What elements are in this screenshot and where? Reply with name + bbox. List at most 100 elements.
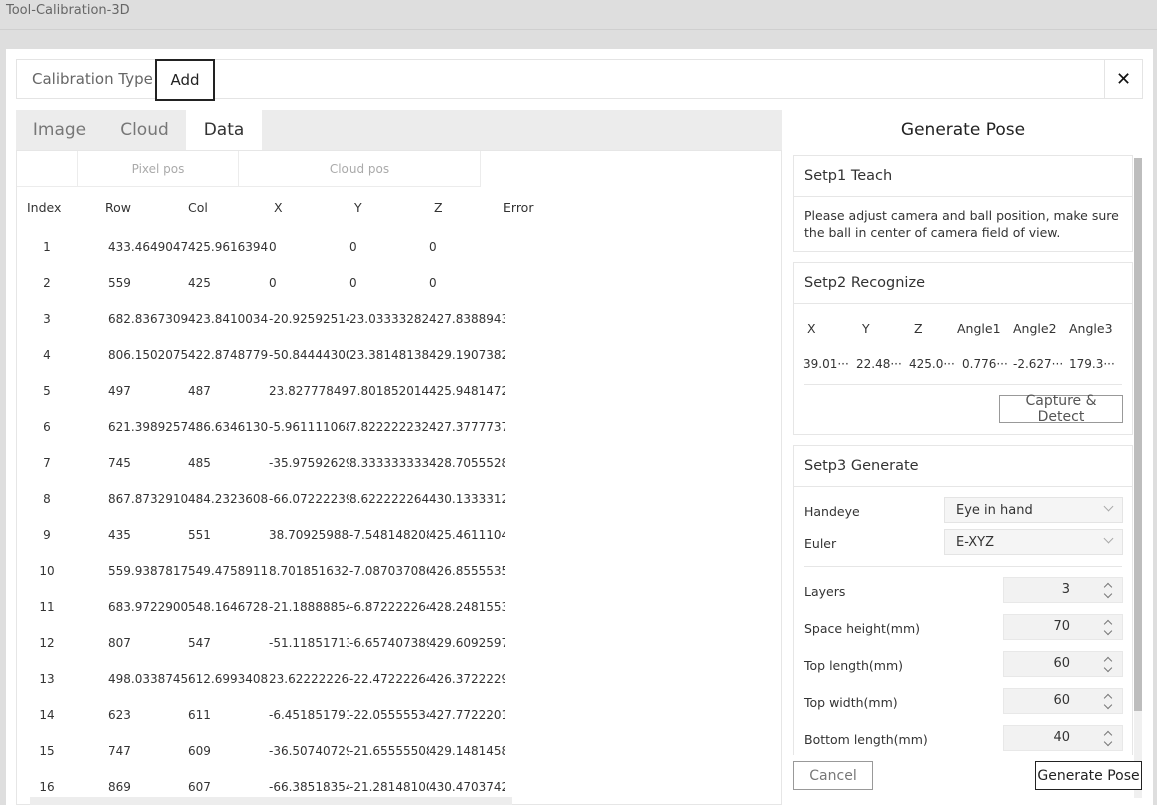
cell-index: 5: [43, 384, 51, 398]
cell-x: 0: [269, 240, 277, 254]
close-icon[interactable]: ✕: [1104, 59, 1142, 99]
window-titlebar: Tool-Calibration-3D: [0, 0, 1157, 30]
cell-col: 487: [188, 384, 211, 398]
table-row[interactable]: 3 682.83673095 423.84100341 -20.92592514 23.…: [17, 301, 781, 337]
view-tabs: Image Cloud Data: [16, 110, 782, 150]
top-width-label: Top width(mm): [804, 695, 898, 710]
table-row[interactable]: 2 559 425 0 0 0: [17, 265, 781, 301]
cell-col: 425: [188, 276, 211, 290]
cell-index: 11: [39, 600, 55, 614]
tab-image[interactable]: Image: [16, 110, 103, 150]
chevron-down-icon[interactable]: [1103, 700, 1113, 710]
tab-data[interactable]: Data: [186, 110, 262, 150]
calibration-type-bar: Calibration Type Add ✕: [16, 59, 1143, 101]
group-cloud-pos: Cloud pos: [239, 151, 481, 187]
table-row[interactable]: 12 807 547 -51.11851713 -6.657407389 429.6092…: [17, 625, 781, 661]
cell-z: 428.70555284: [429, 456, 505, 470]
cancel-button[interactable]: Cancel: [793, 761, 873, 790]
chevron-down-icon[interactable]: [1103, 589, 1113, 599]
cell-x: 0: [269, 276, 277, 290]
handeye-select[interactable]: Eye in hand: [944, 497, 1123, 523]
cell-index: 6: [43, 420, 51, 434]
cell-col: 425.9616394(: [188, 240, 269, 254]
table-row[interactable]: 14 623 611 -6.451851791 -22.05555534 427.7722…: [17, 697, 781, 733]
space-height-stepper[interactable]: 70: [1003, 614, 1123, 640]
pose-value-angle3: 179.3···: [1069, 357, 1115, 371]
cell-error: [503, 301, 583, 337]
generate-pose-button[interactable]: Generate Pose: [1035, 761, 1142, 790]
layers-stepper[interactable]: 3: [1003, 577, 1123, 603]
bottom-length-stepper[interactable]: 40: [1003, 725, 1123, 751]
cell-row: 433.46490478: [108, 240, 188, 254]
cell-y: 0: [349, 276, 357, 290]
table-row[interactable]: 7 745 485 -35.97592629 8.333333333 428.705552…: [17, 445, 781, 481]
step1-instructions: Please adjust camera and ball position, …: [804, 208, 1119, 240]
cell-index: 14: [39, 708, 55, 722]
cell-y: 23.381481382: [349, 348, 429, 362]
cell-error: [503, 445, 583, 481]
tab-cloud[interactable]: Cloud: [103, 110, 186, 150]
table-row[interactable]: 11 683.97229003 548.16467285 -21.18888854 -6…: [17, 589, 781, 625]
cell-col: 486.63461303: [188, 420, 269, 434]
cell-x: -21.18888854: [269, 600, 349, 614]
column-header-z: Z: [434, 199, 443, 215]
column-header-col: Col: [188, 199, 208, 215]
cell-error: [503, 625, 583, 661]
cell-col: 485: [188, 456, 211, 470]
table-row[interactable]: 8 867.87329101 484.23236083 -66.07222239 8.6…: [17, 481, 781, 517]
chevron-down-icon[interactable]: [1103, 626, 1113, 636]
add-button[interactable]: Add: [155, 59, 215, 101]
table-row[interactable]: 15 747 609 -36.50740729 -21.65555508 429.1481…: [17, 733, 781, 769]
cell-y: -21.65555508: [349, 744, 429, 758]
column-header-row: Row: [105, 199, 131, 215]
step2-title: Setp2 Recognize: [794, 263, 1132, 304]
horizontal-scrollbar[interactable]: [30, 797, 512, 805]
cell-row: 621.39892578: [108, 420, 188, 434]
top-width-stepper[interactable]: 60: [1003, 688, 1123, 714]
cell-z: 429.14814588: [429, 744, 505, 758]
cell-y: -22.47222264: [349, 672, 429, 686]
euler-select[interactable]: E-XYZ: [944, 529, 1123, 555]
cell-error: [503, 373, 583, 409]
column-header-x: X: [274, 199, 283, 215]
table-row[interactable]: 6 621.39892578 486.63461303 -5.961111068 7.8…: [17, 409, 781, 445]
cell-x: 8.7018516328: [269, 564, 349, 578]
cell-index: 3: [43, 312, 51, 326]
cell-error: [503, 553, 583, 589]
table-row[interactable]: 10 559.93878173 549.47589111 8.7018516328 -7…: [17, 553, 781, 589]
cell-row: 683.97229003: [108, 600, 188, 614]
cell-z: 427.83889431: [429, 312, 505, 326]
cell-index: 12: [39, 636, 55, 650]
chevron-down-icon[interactable]: [1103, 737, 1113, 747]
cell-x: -5.961111068: [269, 420, 349, 434]
top-width-value: 60: [1053, 693, 1070, 708]
top-length-stepper[interactable]: 60: [1003, 651, 1123, 677]
handeye-label: Handeye: [804, 504, 860, 519]
table-row[interactable]: 1 433.46490478 425.9616394(0 0 0: [17, 229, 781, 265]
chevron-down-icon[interactable]: [1103, 663, 1113, 673]
cell-index: 2: [43, 276, 51, 290]
table-row[interactable]: 4 806.15020751 422.87487792 -50.84444300 23.…: [17, 337, 781, 373]
cell-y: 0: [349, 240, 357, 254]
cell-error: [503, 409, 583, 445]
group-spacer: [17, 151, 78, 187]
top-length-label: Top length(mm): [804, 658, 904, 673]
table-row[interactable]: 9 435 551 38.709259880 -7.548148208 425.46111…: [17, 517, 781, 553]
cell-y: 23.033332824: [349, 312, 429, 326]
cell-z: 0: [429, 240, 437, 254]
pose-header-angle2: Angle2: [1013, 321, 1057, 336]
table-row[interactable]: 13 498.03387451 612.69934082 23.622222264 -2…: [17, 661, 781, 697]
cell-error: [503, 265, 583, 301]
capture-detect-button[interactable]: Capture & Detect: [999, 393, 1123, 425]
step2-divider: [804, 384, 1122, 385]
cell-row: 623: [108, 708, 131, 722]
cell-index: 1: [43, 240, 51, 254]
table-row[interactable]: 5 497 487 23.827778498 7.8018520143 425.94814…: [17, 373, 781, 409]
cell-x: -51.11851713: [269, 636, 349, 650]
cell-y: -7.087037086: [349, 564, 429, 578]
cell-z: 428.24815538: [429, 600, 505, 614]
vertical-scrollbar-thumb[interactable]: [1134, 158, 1142, 711]
column-header-index: Index: [27, 199, 62, 215]
generate-pose-title: Generate Pose: [900, 120, 1026, 140]
cell-z: 429.19073825: [429, 348, 505, 362]
